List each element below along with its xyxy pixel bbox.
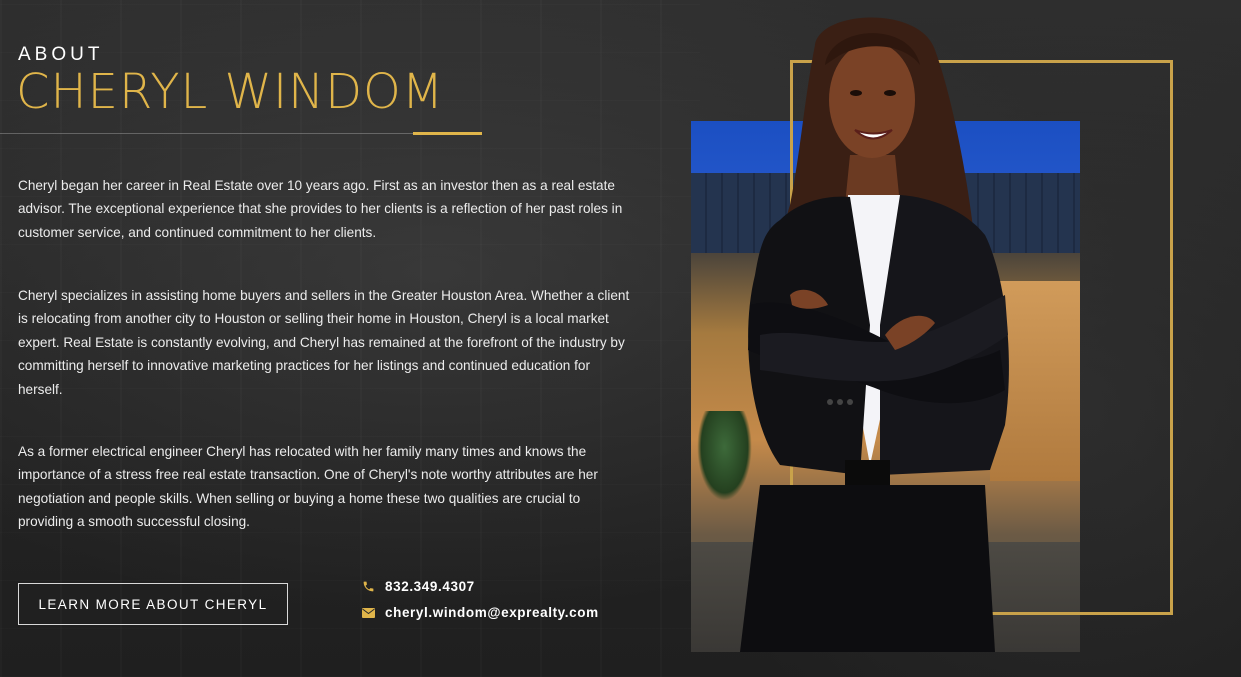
title-accent-bar bbox=[413, 132, 482, 135]
phone-number: 832.349.4307 bbox=[385, 579, 475, 594]
page-title: CHERYL WINDOM bbox=[16, 64, 445, 120]
phone-icon bbox=[361, 580, 375, 594]
envelope-icon bbox=[361, 606, 375, 620]
bio-paragraph-2: Cheryl specializes in assisting home buy… bbox=[18, 288, 630, 397]
bio-paragraph-1: Cheryl began her career in Real Estate o… bbox=[18, 178, 623, 240]
bio-paragraph-3: As a former electrical engineer Cheryl h… bbox=[18, 444, 598, 530]
learn-more-button[interactable]: LEARN MORE ABOUT CHERYL bbox=[18, 583, 288, 625]
contact-phone[interactable]: 832.349.4307 bbox=[361, 579, 475, 594]
title-divider bbox=[0, 133, 482, 134]
section-eyebrow: ABOUT bbox=[18, 44, 104, 65]
email-address: cheryl.windom@exprealty.com bbox=[385, 605, 599, 620]
contact-email[interactable]: cheryl.windom@exprealty.com bbox=[361, 605, 599, 620]
agent-portrait bbox=[740, 17, 1009, 652]
